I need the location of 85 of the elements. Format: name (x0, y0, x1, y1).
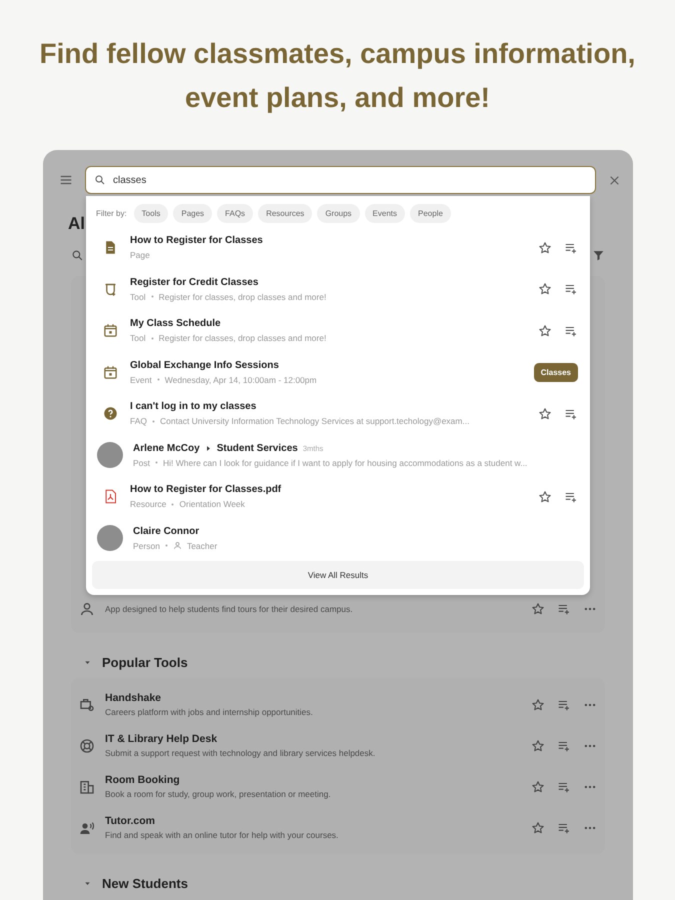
result-type: Tool (130, 292, 146, 302)
dot-separator-icon (152, 420, 156, 423)
add-to-list-icon[interactable] (564, 282, 578, 296)
tool-title[interactable]: Handshake (105, 692, 521, 704)
dot-separator-icon (150, 295, 154, 298)
tool-description: Book a room for study, group work, presentation or meeting. (105, 789, 332, 799)
section-title: Popular Tools (102, 655, 188, 670)
star-icon[interactable] (531, 780, 545, 794)
star-icon[interactable] (538, 324, 552, 338)
headline: Find fellow classmates, campus information, event plans, and more! (38, 37, 636, 115)
speaking-person-icon (79, 820, 95, 836)
result-title[interactable]: Arlene McCoy (133, 442, 200, 454)
star-icon[interactable] (531, 820, 545, 834)
result-detail: Hi! Where can I look for guidance if I want to apply for housing accommodations as a student w... (163, 458, 528, 468)
result-title[interactable]: Register for Credit Classes (130, 276, 258, 288)
close-icon[interactable] (608, 174, 621, 186)
result-title[interactable]: I can't log in to my classes (130, 401, 256, 412)
result-type: Event (130, 374, 152, 385)
tool-description: Find and speak with an online tutor for help with your courses. (105, 830, 340, 840)
search-field[interactable]: classes (85, 166, 596, 194)
calendar-icon (102, 364, 118, 380)
tool-title[interactable]: IT & Library Help Desk (105, 733, 521, 745)
result-title[interactable]: Claire Connor (133, 526, 200, 537)
search-icon (94, 174, 106, 186)
filter-chip[interactable]: People (410, 204, 451, 223)
dot-separator-icon (155, 461, 158, 464)
dot-separator-icon (150, 336, 154, 340)
result-title[interactable]: How to Register for Classes.pdf (130, 484, 282, 496)
page-heading: Al (68, 214, 85, 234)
result-detail: Orientation Week (179, 499, 245, 510)
group-name[interactable]: Student Services (216, 442, 298, 454)
tool-description: Careers platform with jobs and internship opportunities. (105, 707, 314, 717)
person-icon (172, 541, 182, 550)
category-tag[interactable]: Classes (534, 362, 578, 382)
tool-title[interactable]: Room Booking (105, 774, 521, 786)
filter-label: Filter by: (96, 209, 127, 218)
result-detail: Contact University Information Technology Services at support.techology@exam... (160, 416, 470, 426)
result-type: Person (133, 540, 160, 551)
filter-chip[interactable]: FAQs (217, 204, 254, 223)
dot-separator-icon (164, 544, 168, 548)
menu-icon[interactable] (59, 173, 73, 187)
filter-chip[interactable]: Tools (134, 204, 168, 223)
dot-separator-icon (171, 502, 174, 506)
search-icon[interactable] (71, 248, 84, 262)
arrow-right-icon (204, 444, 212, 452)
result-type: Page (130, 250, 150, 260)
result-detail: Register for classes, drop classes and more! (158, 333, 326, 344)
star-icon[interactable] (531, 698, 545, 712)
result-type: Tool (130, 333, 146, 344)
cup-plus-icon (102, 282, 118, 297)
tool-description: Submit a support request with technology and library services helpdesk. (105, 748, 376, 758)
star-icon[interactable] (531, 738, 545, 752)
tool-description: App designed to help students find tours for their desired campus. (105, 604, 354, 614)
person-role: Teacher (186, 540, 218, 551)
result-title[interactable]: Global Exchange Info Sessions (130, 360, 279, 371)
star-icon[interactable] (538, 240, 552, 255)
filter-chip[interactable]: Pages (173, 204, 212, 223)
question-icon (102, 406, 118, 422)
result-title[interactable]: How to Register for Classes (130, 235, 263, 246)
lifebuoy-icon (79, 738, 95, 754)
avatar (97, 442, 123, 468)
tool-title[interactable]: Tutor.com (105, 815, 521, 827)
star-icon[interactable] (538, 282, 552, 296)
star-icon[interactable] (538, 406, 552, 421)
avatar (97, 525, 123, 552)
result-title[interactable]: My Class Schedule (130, 318, 221, 330)
building-icon (79, 778, 95, 794)
result-type: Post (133, 458, 150, 468)
result-type: FAQ (130, 416, 148, 426)
pdf-file-icon (102, 489, 118, 504)
section-title: New Students (102, 876, 188, 891)
result-type: Resource (130, 499, 166, 510)
star-icon[interactable] (538, 490, 552, 504)
dot-separator-icon (156, 378, 160, 382)
star-icon[interactable] (531, 602, 545, 616)
filter-icon[interactable] (592, 248, 605, 262)
filter-chip[interactable]: Groups (317, 204, 360, 223)
filter-chip[interactable]: Resources (258, 204, 312, 223)
person-icon (79, 600, 95, 616)
result-detail: Register for classes, drop classes and more! (158, 292, 326, 302)
filter-chip[interactable]: Events (364, 204, 406, 223)
result-detail: Wednesday, Apr 14, 10:00am - 12:00pm (164, 374, 317, 385)
view-all-results-button[interactable]: View All Results (92, 561, 584, 589)
calendar-icon (102, 323, 118, 338)
briefcase-icon (79, 696, 95, 712)
